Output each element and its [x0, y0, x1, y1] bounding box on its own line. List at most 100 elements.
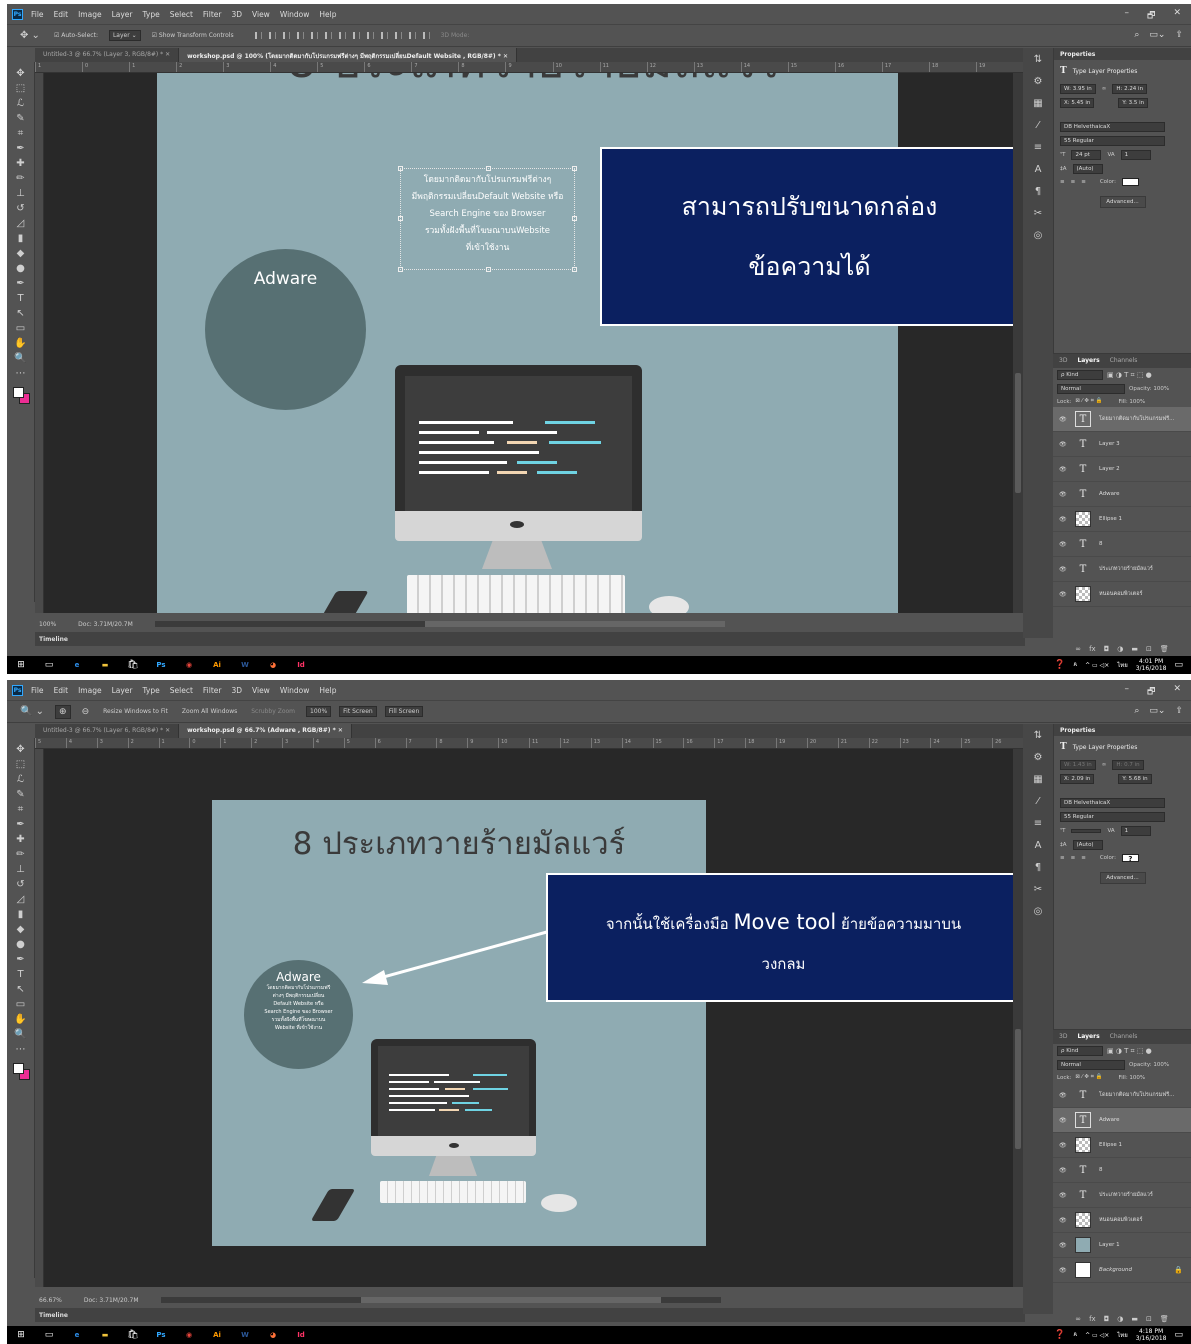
visibility-eye-icon[interactable]: 👁: [1059, 1192, 1067, 1199]
layer-row[interactable]: 👁 T Adware: [1053, 1108, 1191, 1133]
visibility-eye-icon[interactable]: 👁: [1059, 1092, 1067, 1099]
fit-screen-button[interactable]: Fit Screen: [339, 706, 377, 717]
crop-tool-icon[interactable]: ⌗: [11, 802, 31, 817]
width-field[interactable]: W: 3.95 in: [1060, 84, 1096, 94]
file-explorer-icon[interactable]: ▬: [99, 659, 111, 671]
layer-row[interactable]: 👁 หนอนคอมพิวเตอร์: [1053, 1208, 1191, 1233]
leading-field[interactable]: (Auto): [1072, 164, 1103, 174]
store-icon[interactable]: 🛍: [127, 1329, 139, 1341]
tab-untitled-3[interactable]: Untitled-3 @ 66.7% (Layer 3, RGB/8#) * ✕: [35, 48, 180, 62]
blur-tool-icon[interactable]: ◆: [11, 246, 31, 261]
layer-row[interactable]: 👁 T โดยมากติดมากับโปรแกรมฟรี...: [1053, 1083, 1191, 1108]
layer-row[interactable]: 👁 T ประเภทวายร้ายมัลแวร์: [1053, 1183, 1191, 1208]
menu-view[interactable]: View: [252, 686, 270, 695]
mask-icon[interactable]: ◘: [1104, 1315, 1110, 1323]
tab-workshop[interactable]: workshop.psd @ 100% (โดยมากติดมากับโปรแก…: [179, 48, 518, 62]
menu-3d[interactable]: 3D: [231, 10, 242, 19]
language-indicator[interactable]: ไทย: [1117, 660, 1128, 670]
minimize-icon[interactable]: –: [1125, 8, 1130, 24]
gradient-tool-icon[interactable]: ▮: [11, 907, 31, 922]
visibility-eye-icon[interactable]: 👁: [1059, 441, 1067, 448]
word-icon[interactable]: W: [239, 659, 251, 671]
align-left-icon[interactable]: ≡: [1060, 855, 1065, 861]
menu-type[interactable]: Type: [143, 10, 160, 19]
eraser-tool-icon[interactable]: ◿: [11, 892, 31, 907]
glyphs-icon[interactable]: ¶: [1035, 862, 1041, 879]
workspace-icon[interactable]: ▭⌄: [1149, 706, 1165, 716]
font-family-dropdown[interactable]: DB HelvethaicaX: [1060, 122, 1165, 132]
character-icon[interactable]: A: [1035, 164, 1042, 181]
layer-row[interactable]: 👁 T 8: [1053, 532, 1191, 557]
lock-icons[interactable]: ⊠ ⁄ ✥ ⌗ 🔒: [1075, 1074, 1102, 1081]
people-icon[interactable]: ጸ: [1074, 1331, 1078, 1339]
group-icon[interactable]: ▬: [1131, 1315, 1138, 1323]
visibility-eye-icon[interactable]: 👁: [1059, 466, 1067, 473]
height-field[interactable]: H: 0.7 in: [1112, 760, 1144, 770]
menu-edit[interactable]: Edit: [54, 686, 69, 695]
tab-workshop[interactable]: workshop.psd @ 66.7% (Adware , RGB/8#) *…: [179, 724, 352, 738]
menu-help[interactable]: Help: [319, 686, 336, 695]
zoom-tool-icon[interactable]: 🔍: [11, 1027, 31, 1042]
search-icon[interactable]: ⌕: [1134, 706, 1139, 716]
file-explorer-icon[interactable]: ▬: [99, 1329, 111, 1341]
search-icon[interactable]: ⌕: [1134, 30, 1139, 40]
hand-tool-icon[interactable]: ✋: [11, 1012, 31, 1027]
language-indicator[interactable]: ไทย: [1117, 1330, 1128, 1340]
color-swatch[interactable]: [1121, 178, 1139, 186]
visibility-eye-icon[interactable]: 👁: [1059, 516, 1067, 523]
menu-edit[interactable]: Edit: [54, 10, 69, 19]
layer-row[interactable]: 👁 T Adware: [1053, 482, 1191, 507]
more-tools-icon[interactable]: ⋯: [11, 1042, 31, 1057]
timeline-panel[interactable]: Timeline: [35, 632, 1025, 646]
more-tools-icon[interactable]: ⋯: [11, 366, 31, 381]
healing-brush-icon[interactable]: ✚: [11, 832, 31, 847]
menu-layer[interactable]: Layer: [112, 686, 133, 695]
font-size-field[interactable]: 24 pt: [1071, 150, 1102, 160]
visibility-eye-icon[interactable]: 👁: [1059, 591, 1067, 598]
adjustments-icon[interactable]: ⁄: [1037, 120, 1039, 137]
illustrator-icon[interactable]: Ai: [211, 1329, 223, 1341]
taskbar-clock[interactable]: 4:18 PM 3/16/2018: [1136, 1328, 1167, 1342]
fill-screen-button[interactable]: Fill Screen: [384, 706, 424, 717]
opacity-field[interactable]: Opacity: 100%: [1129, 386, 1169, 392]
fx-icon[interactable]: fx: [1089, 645, 1096, 653]
menu-window[interactable]: Window: [280, 10, 310, 19]
resize-windows-checkbox[interactable]: Resize Windows to Fit: [100, 707, 171, 716]
x-field[interactable]: X: 5.45 in: [1060, 98, 1095, 108]
3d-icon[interactable]: ◎: [1034, 906, 1043, 923]
layer-row[interactable]: 👁 Layer 1: [1053, 1233, 1191, 1258]
word-icon[interactable]: W: [239, 1329, 251, 1341]
history-brush-icon[interactable]: ↺: [11, 201, 31, 216]
history-brush-icon[interactable]: ↺: [11, 877, 31, 892]
visibility-eye-icon[interactable]: 👁: [1059, 1267, 1067, 1274]
zoom-out-icon[interactable]: ⊖: [79, 706, 93, 718]
advanced-button[interactable]: Advanced...: [1099, 196, 1146, 208]
menu-select[interactable]: Select: [170, 686, 193, 695]
auto-select-target-dropdown[interactable]: Layer ⌄: [108, 30, 141, 41]
edge-icon[interactable]: e: [71, 1329, 83, 1341]
zoom-tool-icon[interactable]: 🔍: [11, 351, 31, 366]
leading-field[interactable]: (Auto): [1072, 840, 1103, 850]
height-field[interactable]: H: 2.24 in: [1112, 84, 1148, 94]
notifications-icon[interactable]: ▭: [1174, 1330, 1183, 1340]
layer-row[interactable]: 👁 T ประเภทวายร้ายมัลแวร์: [1053, 557, 1191, 582]
fill-field[interactable]: Fill: 100%: [1118, 399, 1145, 405]
auto-select-checkbox[interactable]: ☑ Auto-Select:: [51, 31, 101, 40]
layer-row[interactable]: 👁 Ellipse 1: [1053, 507, 1191, 532]
adjustment-layer-icon[interactable]: ◑: [1117, 645, 1123, 653]
align-right-icon[interactable]: ≡: [1081, 855, 1086, 861]
task-view-icon[interactable]: ▭: [43, 659, 55, 671]
lasso-tool-icon[interactable]: ℒ: [11, 96, 31, 111]
layer-row[interactable]: 👁 T 8: [1053, 1158, 1191, 1183]
fx-icon[interactable]: fx: [1089, 1315, 1096, 1323]
opacity-field[interactable]: Opacity: 100%: [1129, 1062, 1169, 1068]
tab-channels[interactable]: Channels: [1110, 357, 1138, 365]
help-icon[interactable]: ❓: [1054, 660, 1065, 670]
layer-row[interactable]: 👁 หนอนคอมพิวเตอร์: [1053, 582, 1191, 607]
crop-tool-icon[interactable]: ⌗: [11, 126, 31, 141]
blend-mode-dropdown[interactable]: Normal: [1057, 1060, 1125, 1070]
menu-type[interactable]: Type: [143, 686, 160, 695]
tab-channels[interactable]: Channels: [1110, 1033, 1138, 1041]
brush-settings-icon[interactable]: ⚙: [1034, 752, 1043, 769]
show-transform-checkbox[interactable]: ☑ Show Transform Controls: [149, 31, 237, 40]
